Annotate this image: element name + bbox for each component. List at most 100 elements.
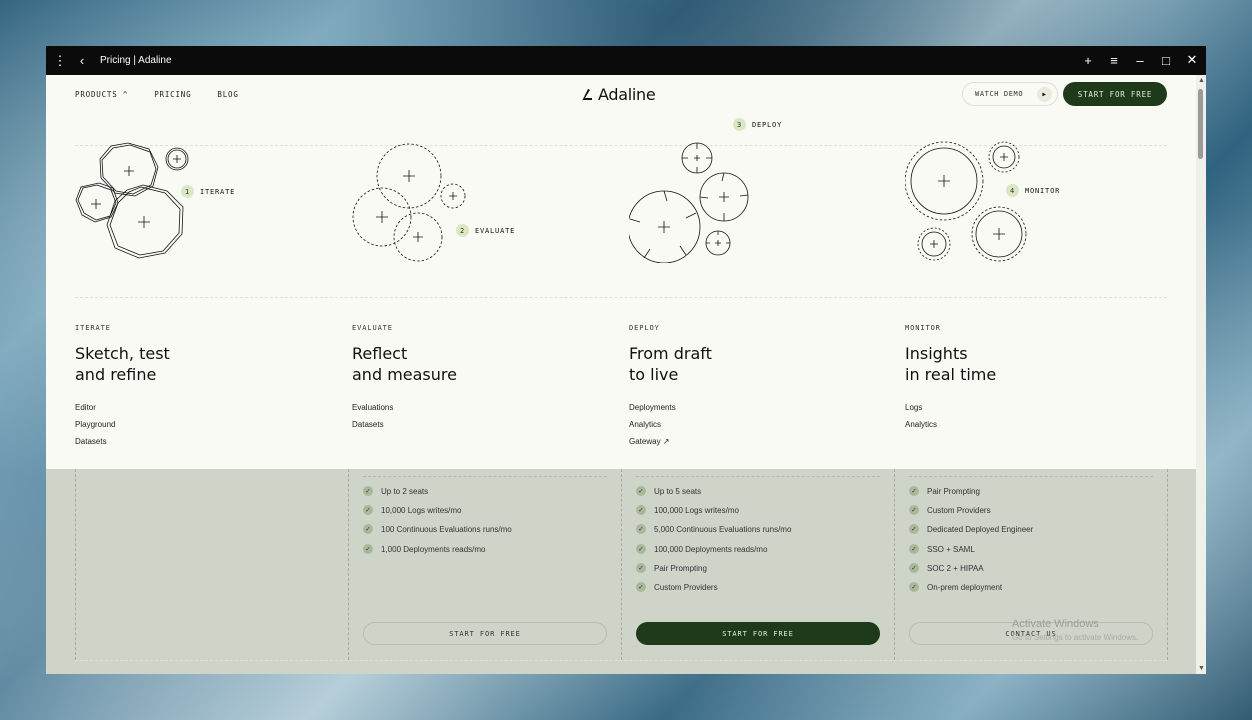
column-links: Evaluations Datasets [352, 399, 393, 433]
feature-item: ✓ Up to 2 seats [363, 486, 428, 496]
column-links: Logs Analytics [905, 399, 937, 433]
link-analytics[interactable]: Analytics [905, 416, 937, 433]
link-logs[interactable]: Logs [905, 399, 937, 416]
scroll-up-icon[interactable]: ▲ [1198, 77, 1205, 84]
link-deployments[interactable]: Deployments [629, 399, 676, 416]
pricing-card: ✓ Up to 5 seats ✓ 100,000 Logs writes/mo ✓… [621, 469, 894, 660]
title-bar: ⋮ ‹ Pricing | Adaline + ≡ – □ ✕ [46, 46, 1206, 75]
logo-text: Adaline [598, 85, 656, 104]
link-analytics[interactable]: Analytics [629, 416, 676, 433]
link-editor[interactable]: Editor [75, 399, 115, 416]
feature-item: ✓ SOC 2 + HIPAA [909, 563, 984, 573]
start-for-free-button-primary[interactable]: START FOR FREE [636, 622, 880, 645]
check-icon: ✓ [909, 563, 919, 573]
menu-column-evaluate: 2 EVALUATE EVALUATE Reflect and measure … [352, 115, 622, 469]
monitor-illustration [905, 141, 1027, 262]
menu-column-deploy: 3 DEPLOY DEPLOY From draft to live Deplo… [629, 115, 899, 469]
feature-item: ✓ 100,000 Deployments reads/mo [636, 544, 767, 554]
close-icon[interactable]: ✕ [1182, 50, 1202, 70]
window-title: Pricing | Adaline [100, 55, 172, 66]
iterate-illustration [75, 142, 189, 259]
column-tag: DEPLOY [629, 324, 660, 332]
check-icon: ✓ [636, 582, 646, 592]
check-icon: ✓ [909, 582, 919, 592]
maximize-icon[interactable]: □ [1156, 50, 1176, 70]
top-nav: PRODUCTS ^ PRICING BLOG Adaline WATCH DE… [46, 75, 1196, 115]
link-evaluations[interactable]: Evaluations [352, 399, 393, 416]
check-icon: ✓ [636, 563, 646, 573]
watch-demo-button[interactable]: WATCH DEMO ▶ [962, 82, 1058, 106]
check-icon: ✓ [909, 524, 919, 534]
pricing-card: ✓ Pair Prompting ✓ Custom Providers ✓ Dedic… [894, 469, 1168, 660]
feature-item: ✓ 100,000 Logs writes/mo [636, 505, 739, 515]
evaluate-illustration [352, 143, 466, 262]
nav-products[interactable]: PRODUCTS ^ [75, 90, 128, 99]
start-for-free-button[interactable]: START FOR FREE [1063, 82, 1167, 106]
activate-windows-subtext: Go to Settings to activate Windows. [1012, 633, 1139, 642]
products-menu: 1 ITERATE ITERATE Sketch, test and refin… [46, 115, 1196, 469]
check-icon: ✓ [636, 486, 646, 496]
back-icon[interactable]: ‹ [72, 51, 92, 71]
column-title: From draft to live [629, 344, 712, 384]
step-badge-iterate: 1 ITERATE [181, 185, 235, 198]
check-icon: ✓ [636, 505, 646, 515]
feature-item: ✓ Custom Providers [636, 582, 718, 592]
column-links: Deployments Analytics Gateway ↗ [629, 399, 676, 450]
step-badge-deploy: 3 DEPLOY [733, 118, 782, 131]
feature-item: ✓ 5,000 Continuous Evaluations runs/mo [636, 524, 791, 534]
check-icon: ✓ [363, 544, 373, 554]
start-for-free-button[interactable]: START FOR FREE [363, 622, 607, 645]
feature-item: ✓ 1,000 Deployments reads/mo [363, 544, 486, 554]
column-title: Insights in real time [905, 344, 997, 384]
column-title: Sketch, test and refine [75, 344, 170, 384]
scroll-thumb[interactable] [1198, 89, 1203, 159]
feature-item: ✓ Up to 5 seats [636, 486, 701, 496]
more-vertical-icon[interactable]: ⋮ [50, 51, 70, 71]
link-playground[interactable]: Playground [75, 416, 115, 433]
step-badge-monitor: 4 MONITOR [1006, 184, 1060, 197]
column-tag: MONITOR [905, 324, 941, 332]
logo[interactable]: Adaline [580, 85, 656, 104]
menu-column-iterate: 1 ITERATE ITERATE Sketch, test and refin… [75, 115, 345, 469]
feature-item: ✓ SSO + SAML [909, 544, 975, 554]
feature-item: ✓ On-prem deployment [909, 582, 1002, 592]
pricing-section: ✓ Up to 2 seats ✓ 10,000 Logs writes/mo ✓ 1… [46, 469, 1196, 674]
divider [636, 476, 880, 477]
link-datasets[interactable]: Datasets [75, 433, 115, 450]
menu-icon[interactable]: ≡ [1104, 50, 1124, 70]
pricing-card: ✓ Up to 2 seats ✓ 10,000 Logs writes/mo ✓ 1… [348, 469, 621, 660]
deploy-illustration [629, 142, 749, 263]
feature-item: ✓ Pair Prompting [636, 563, 707, 573]
play-icon: ▶ [1037, 87, 1052, 102]
column-links: Editor Playground Datasets [75, 399, 115, 450]
check-icon: ✓ [363, 505, 373, 515]
page-content: PRODUCTS ^ PRICING BLOG Adaline WATCH DE… [46, 75, 1196, 674]
check-icon: ✓ [636, 544, 646, 554]
browser-window: ⋮ ‹ Pricing | Adaline + ≡ – □ ✕ PRODUCTS… [46, 46, 1206, 674]
feature-item: ✓ 100 Continuous Evaluations runs/mo [363, 524, 512, 534]
divider [75, 660, 1167, 661]
scroll-down-icon[interactable]: ▼ [1198, 665, 1205, 672]
column-title: Reflect and measure [352, 344, 457, 384]
chevron-up-icon: ^ [122, 90, 129, 99]
check-icon: ✓ [909, 544, 919, 554]
divider [909, 476, 1153, 477]
minimize-icon[interactable]: – [1130, 50, 1150, 70]
nav-blog[interactable]: BLOG [217, 90, 238, 99]
activate-windows-watermark: Activate Windows [1012, 618, 1099, 630]
check-icon: ✓ [909, 505, 919, 515]
check-icon: ✓ [636, 524, 646, 534]
link-gateway[interactable]: Gateway ↗ [629, 433, 676, 450]
scrollbar[interactable]: ▲ ▼ [1196, 75, 1206, 674]
feature-item: ✓ Dedicated Deployed Engineer [909, 524, 1033, 534]
feature-item: ✓ Pair Prompting [909, 486, 980, 496]
check-icon: ✓ [909, 486, 919, 496]
logo-icon [582, 88, 592, 101]
link-datasets[interactable]: Datasets [352, 416, 393, 433]
feature-item: ✓ Custom Providers [909, 505, 991, 515]
nav-pricing[interactable]: PRICING [154, 90, 191, 99]
column-tag: ITERATE [75, 324, 111, 332]
new-tab-icon[interactable]: + [1078, 50, 1098, 70]
divider [363, 476, 607, 477]
menu-column-monitor: 4 MONITOR MONITOR Insights in real time … [905, 115, 1175, 469]
